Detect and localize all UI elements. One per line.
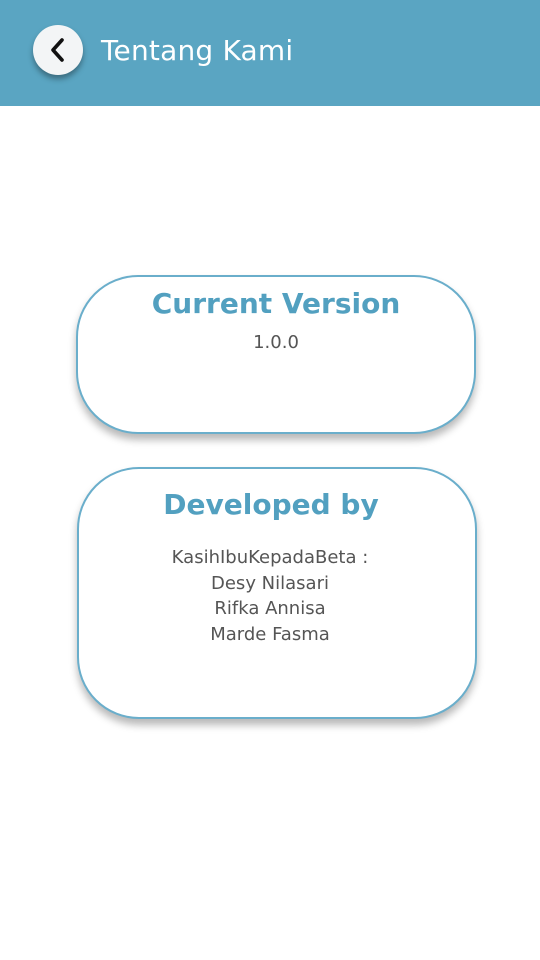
developer-team-name: KasihIbuKepadaBeta : [171,547,369,568]
developer-name: Desy Nilasari [211,572,329,594]
developer-name: Rifka Annisa [214,598,326,619]
developer-card: Developed by KasihIbuKepadaBeta : Desy N… [77,467,477,719]
about-screen: Tentang Kami Current Version 1.0.0 Devel… [0,0,540,960]
version-value: 1.0.0 [253,332,299,353]
developer-card-title: Developed by [163,488,379,521]
developer-list: KasihIbuKepadaBeta : Desy Nilasari Rifka… [65,545,475,647]
back-button[interactable] [33,25,83,75]
chevron-left-icon [51,38,64,62]
version-card-title: Current Version [151,287,401,320]
developer-name: Marde Fasma [210,623,330,645]
page-title: Tentang Kami [101,34,294,67]
app-bar: Tentang Kami [0,0,540,106]
version-card: Current Version 1.0.0 [76,275,476,434]
